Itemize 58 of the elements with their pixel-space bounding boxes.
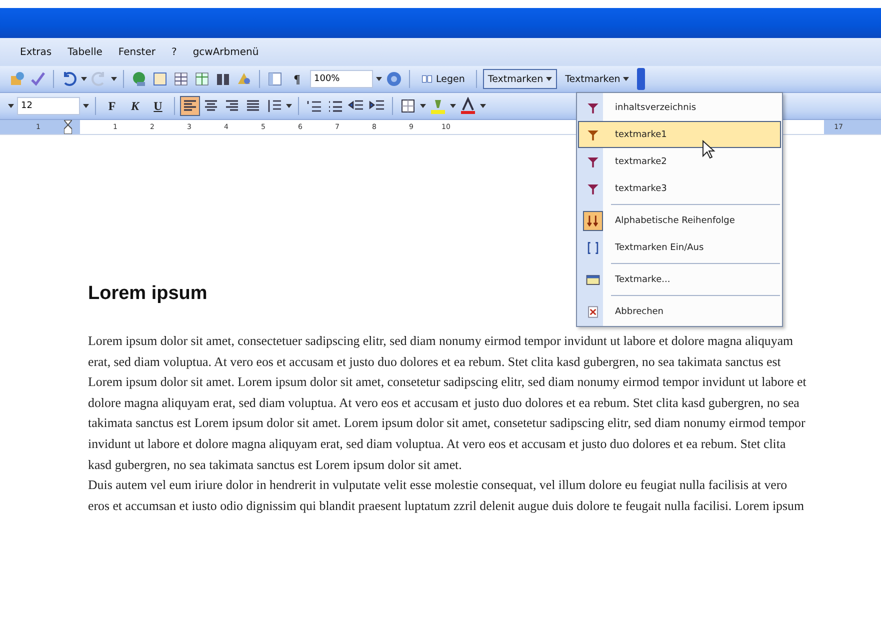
menu-item[interactable]: Textmarke... [578, 266, 781, 293]
menu-item-label: Textmarke... [615, 274, 670, 284]
caret-icon[interactable] [286, 104, 292, 108]
paragraph: Duis autem vel eum iriure dolor in hendrerit in vulputate velit esse molestie consequat, vel illum dolore eu feugiat nulla facilisis at vero eros et accumsan et iusto odio dignissim qui blandit praesent luptatum zzril delenit augue duis dolore te feugait nulla facilisi. Lorem ipsum [88, 477, 805, 515]
brackets-icon [585, 240, 601, 256]
toolbar-handle-icon[interactable] [637, 68, 646, 90]
font-color-icon[interactable] [459, 97, 477, 115]
italic-button[interactable]: K [125, 98, 145, 114]
menu-item-label: textmarke1 [615, 130, 667, 140]
bold-button[interactable]: F [102, 98, 122, 114]
caret-icon[interactable] [450, 104, 456, 108]
underline-button[interactable]: U [148, 98, 168, 114]
caret-icon[interactable] [81, 77, 87, 81]
document-map-icon[interactable] [266, 70, 284, 88]
menu-item-label: Alphabetische Reihenfolge [615, 216, 735, 226]
table-icon[interactable] [172, 70, 190, 88]
sort-icon [585, 212, 601, 228]
spreadsheet-icon[interactable] [193, 70, 211, 88]
menu-item[interactable]: Fenster [118, 46, 156, 58]
read-button[interactable]: Legen [416, 69, 470, 89]
menu-item-label: textmarke2 [615, 156, 667, 166]
bookmarks-button[interactable]: Textmarken [560, 69, 634, 89]
menu-item[interactable]: Textmarken Ein/Aus [578, 234, 781, 261]
menu-item-label: inhaltsverzeichnis [615, 102, 696, 112]
book-icon [421, 73, 433, 85]
caret-icon[interactable] [111, 77, 117, 81]
caret-icon [546, 77, 552, 81]
caret-icon[interactable] [480, 104, 486, 108]
border-icon[interactable] [399, 97, 417, 115]
menu-item-label: Abbrechen [615, 306, 664, 316]
menu-item[interactable]: ? [172, 46, 177, 58]
bookmarks-button[interactable]: Textmarken [482, 69, 558, 89]
menu-item[interactable]: Extras [20, 46, 52, 58]
check-icon[interactable] [29, 70, 47, 88]
menu-item[interactable]: Alphabetische Reihenfolge [578, 207, 781, 234]
caret-icon[interactable] [83, 104, 89, 108]
font-size-field[interactable]: 12 [17, 97, 80, 115]
menu-item[interactable]: Abbrechen [578, 298, 781, 325]
caret-icon[interactable] [420, 104, 426, 108]
pilcrow[interactable]: ¶ [287, 72, 307, 86]
caret-icon [623, 77, 630, 81]
menu-item-label: textmarke3 [615, 184, 667, 194]
menu-item[interactable]: textmarke1 [578, 121, 781, 148]
mouse-pointer-icon [702, 140, 716, 160]
align-left-icon[interactable] [181, 97, 199, 115]
close-icon [585, 304, 601, 320]
indent-marker-icon[interactable] [64, 120, 72, 134]
menu-item[interactable]: textmarke3 [578, 175, 781, 202]
menu-item-label: Textmarken Ein/Aus [615, 242, 704, 252]
menu-item[interactable]: inhaltsverzeichnis [578, 94, 781, 121]
menu-item[interactable]: Tabelle [68, 46, 102, 58]
paragraph: Lorem ipsum dolor sit amet, consectetuer sadipscing elitr, sed diam nonumy eirmod tempor invidunt ut labore et dolore magna aliquyam erat, sed diam voluptua. At vero eos et accusam et justo duo dolores et ea rebum. Stet clita kasd gubergren, no sea takimata sanctus est Lorem ipsum dolor sit amet. Lorem ipsum dolor sit amet, consetetur sadipscing elitr, sed diam nonumy eirmod tempor invidunt ut labore et dolore magna aliquyam erat, sed diam voluptua. At vero eos et accusam et justo duo dolores et ea rebum. Stet clita kasd gubergren, no sea takimata sanctus est Lorem ipsum dolor sit amet. Lorem ipsum dolor sit amet, consetetur sadipscing elitr, sed diam nonumy eirmod tempor invidunt ut labore et dolore magna aliquyam erat, sed diam voluptua. At vero eos et accusam et justo duo dolores et ea rebum. Stet clita kasd gubergren, no sea takimata sanctus est Lorem ipsum dolor sit amet. [88, 333, 808, 474]
caret-icon[interactable] [8, 104, 14, 108]
zoom-field[interactable]: 100% [310, 70, 373, 88]
menu-item[interactable]: textmarke2 [578, 148, 781, 175]
menu-item[interactable]: gcwArbmenü [192, 46, 259, 58]
heading: Lorem ipsum [88, 283, 208, 305]
caret-icon[interactable] [376, 77, 382, 81]
